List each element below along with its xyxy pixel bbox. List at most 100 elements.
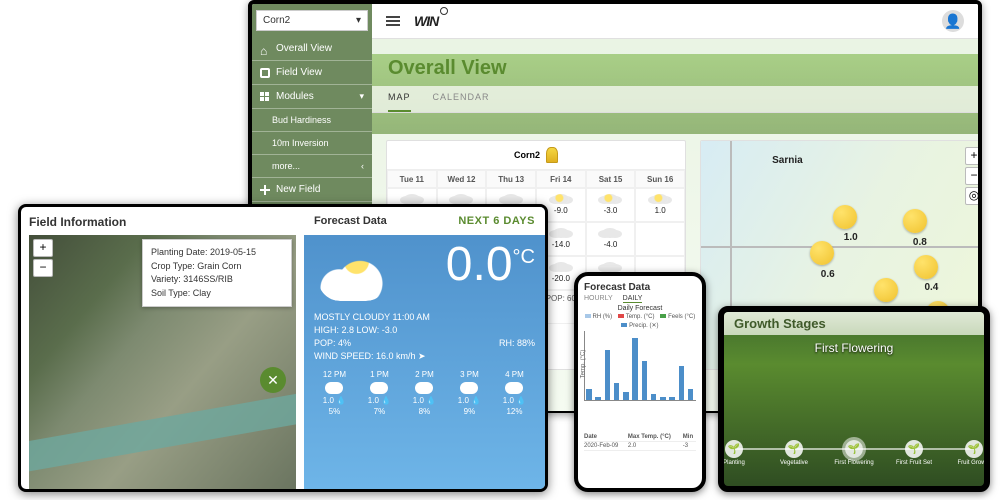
sidebar-item-more[interactable]: more...‹: [252, 155, 372, 178]
square-icon: [260, 68, 270, 78]
locate-button[interactable]: ◎: [965, 187, 978, 205]
stage-marker[interactable]: 🌱: [785, 440, 803, 458]
map-city-label: Sarnia: [772, 155, 803, 166]
plant-icon: 🌱: [788, 444, 800, 455]
hour-cell: 3 PM1.0 💧9%: [449, 370, 490, 417]
sidebar-item-new-field[interactable]: New Field: [252, 178, 372, 202]
chart-bar: [642, 361, 648, 400]
forecast-wind: WIND SPEED: 16.0 km/h: [314, 351, 416, 361]
sidebar-label: Modules: [276, 91, 314, 102]
calendar-cell[interactable]: 1.0: [635, 188, 685, 222]
calendar-cell: [635, 222, 685, 256]
map-marker[interactable]: [914, 255, 938, 279]
farm-selector[interactable]: Corn2 ▾: [256, 10, 368, 31]
legend-item: Precip. (✕): [621, 322, 658, 329]
sidebar-item-bud[interactable]: Bud Hardiness: [252, 109, 372, 132]
chart-bar: [595, 397, 601, 400]
chart-bar: [623, 392, 629, 400]
hourly-forecast: 12 PM1.0 💧5%1 PM1.0 💧7%2 PM1.0 💧8%3 PM1.…: [314, 370, 535, 417]
calendar-day-header: Thu 13: [486, 170, 536, 188]
tablet-title: Growth Stages: [724, 312, 984, 335]
sidebar-item-overall[interactable]: Overall View: [252, 37, 372, 61]
hour-cell: 4 PM1.0 💧12%: [494, 370, 535, 417]
sidebar-label: New Field: [276, 184, 320, 195]
laptop-window: Field Information + − Planting Date: 201…: [18, 204, 548, 492]
map-marker-label: 0.4: [924, 282, 938, 293]
zoom-out-button[interactable]: −: [33, 259, 53, 277]
close-button[interactable]: ✕: [260, 367, 286, 393]
forecast-highlow: HIGH: 2.8 LOW: -3.0: [314, 325, 397, 335]
phone-window: Forecast Data HOURLY DAILY Daily Forecas…: [574, 272, 706, 492]
stage-marker[interactable]: 🌱: [905, 440, 923, 458]
forecast-title: Forecast Data: [314, 215, 387, 227]
stage-marker[interactable]: 🌱: [845, 440, 863, 458]
calendar-field-name: Corn2: [514, 150, 540, 160]
logo-text: WIN: [414, 13, 438, 29]
chart-bar: [632, 338, 638, 400]
field-info-popup: Planting Date: 2019-05-15 Crop Type: Gra…: [142, 239, 292, 307]
wind-arrow-icon: ➤: [418, 351, 426, 361]
sidebar-label: Overall View: [276, 43, 332, 54]
map-road: [701, 246, 978, 248]
chart-title: Daily Forecast: [584, 305, 696, 312]
map-river: [29, 381, 296, 475]
calendar-day-header: Tue 11: [387, 170, 437, 188]
tab-map[interactable]: MAP: [388, 86, 411, 112]
sidebar-item-field[interactable]: Field View: [252, 61, 372, 85]
zoom-out-button[interactable]: −: [965, 167, 978, 185]
stage-label: First Flowering: [834, 460, 873, 466]
stage-marker[interactable]: 🌱: [965, 440, 983, 458]
weather-icon: [503, 194, 519, 204]
map-marker[interactable]: [903, 209, 927, 233]
chart-bar: [605, 350, 611, 400]
menu-icon[interactable]: [386, 20, 400, 22]
map-marker-label: 1.0: [844, 232, 858, 243]
chart-bar: [614, 383, 620, 400]
table-row: 2020-Feb-092.0-3: [584, 442, 696, 451]
forecast-condition: MOSTLY CLOUDY 11:00 AM: [314, 312, 535, 322]
sidebar-label: more...: [272, 161, 300, 171]
zoom-in-button[interactable]: +: [33, 239, 53, 257]
chart-bar: [679, 366, 685, 400]
forecast-panel: Forecast Data NEXT 6 DAYS 0.0°C MOSTLY C…: [304, 207, 545, 489]
stage-marker[interactable]: 🌱: [725, 440, 743, 458]
info-variety: Variety: 3146SS/RIB: [151, 273, 283, 287]
hour-cell: 2 PM1.0 💧8%: [404, 370, 445, 417]
tab-daily[interactable]: DAILY: [623, 295, 643, 303]
info-soil: Soil Type: Clay: [151, 287, 283, 301]
logo: WIN: [414, 13, 438, 29]
farm-selector-value: Corn2: [263, 15, 290, 26]
user-icon: 👤: [944, 13, 961, 30]
field-info-panel: Field Information + − Planting Date: 201…: [21, 207, 304, 489]
tab-calendar[interactable]: CALENDAR: [433, 86, 490, 112]
stage-label: First Fruit Set: [896, 460, 932, 466]
hour-cell: 1 PM1.0 💧7%: [359, 370, 400, 417]
corn-icon: [546, 147, 558, 163]
legend-item: Temp. (°C): [618, 314, 654, 320]
sidebar-item-inversion[interactable]: 10m Inversion: [252, 132, 372, 155]
map-marker-label: 0.6: [821, 269, 835, 280]
tab-hourly[interactable]: HOURLY: [584, 295, 613, 303]
satellite-map[interactable]: + − Planting Date: 2019-05-15 Crop Type:…: [29, 235, 296, 489]
phone-title: Forecast Data: [584, 282, 696, 293]
map-marker[interactable]: [874, 278, 898, 302]
field-info-title: Field Information: [29, 215, 296, 229]
sidebar-item-modules[interactable]: Modules▾: [252, 85, 372, 109]
tablet-window: Growth Stages First Flowering 🌱Planting🌱…: [718, 306, 990, 492]
sidebar-label: 10m Inversion: [272, 138, 329, 148]
weather-icon: [404, 194, 420, 204]
close-icon: ✕: [267, 372, 279, 389]
calendar-day-header: Sun 16: [635, 170, 685, 188]
zoom-in-button[interactable]: +: [965, 147, 978, 165]
stage-label: Vegetative: [780, 460, 808, 466]
calendar-cell[interactable]: -3.0: [586, 188, 636, 222]
topbar: WIN 👤: [372, 4, 978, 39]
chart-bar: [651, 394, 657, 400]
weather-icon: [602, 194, 618, 204]
info-planting: Planting Date: 2019-05-15: [151, 246, 283, 260]
current-stage: First Flowering: [724, 341, 984, 355]
td: 2020-Feb-09: [584, 442, 628, 451]
chart-legend: RH (%) Temp. (°C) Feels (°C) Precip. (✕): [584, 314, 696, 329]
avatar[interactable]: 👤: [942, 10, 964, 32]
th-min: Min: [683, 433, 696, 442]
